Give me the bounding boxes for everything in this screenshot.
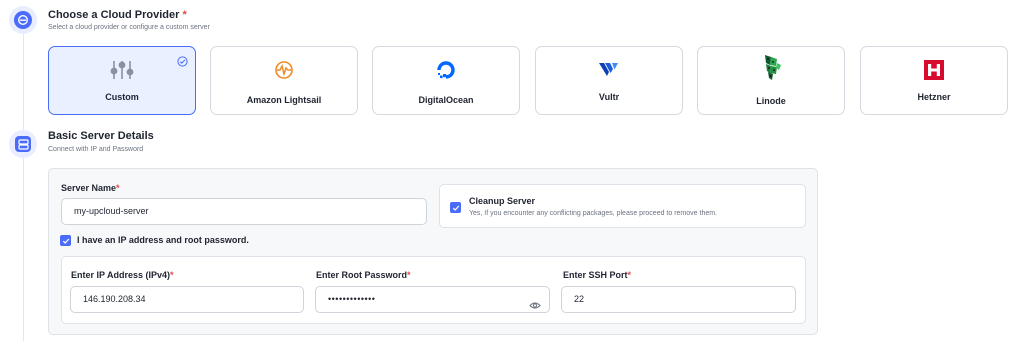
root-password-input[interactable]: ••••••••••••• — [315, 286, 550, 313]
provider-card-custom[interactable]: Custom — [48, 46, 196, 115]
step-2-icon — [9, 130, 37, 158]
provider-card-amazon-lightsail[interactable]: Amazon Lightsail — [210, 46, 358, 115]
section-subtitle-provider: Select a cloud provider or configure a c… — [48, 24, 210, 31]
cleanup-title: Cleanup Server — [469, 196, 536, 206]
check-icon — [62, 238, 69, 244]
lightsail-logo-icon — [211, 57, 357, 83]
provider-label: Hetzner — [917, 92, 951, 102]
check-icon — [452, 205, 459, 211]
selected-check-icon — [177, 54, 188, 72]
cloud-provider-icon — [17, 14, 29, 26]
server-name-label: Server Name* — [61, 183, 120, 193]
password-dots: ••••••••••••• — [328, 294, 376, 304]
sliders-icon — [49, 57, 195, 83]
ip-checkbox-label: I have an IP address and root password. — [77, 235, 249, 245]
section-title-server-details: Basic Server Details — [48, 130, 154, 142]
ssh-port-input[interactable]: 22 — [561, 286, 796, 313]
vultr-logo-icon — [536, 57, 682, 83]
provider-card-hetzner[interactable]: Hetzner — [860, 46, 1008, 115]
server-name-input[interactable]: my-upcloud-server — [61, 198, 427, 225]
section-title-provider: Choose a Cloud Provider * — [48, 9, 187, 21]
cleanup-description: Yes, If you encounter any conflicting pa… — [469, 210, 718, 217]
cleanup-server-option[interactable]: Cleanup Server Yes, If you encounter any… — [439, 184, 806, 228]
provider-label: Linode — [756, 96, 786, 106]
provider-label: Amazon Lightsail — [246, 95, 322, 105]
step-1-icon — [9, 6, 37, 34]
ip-address-label: Enter IP Address (IPv4)* — [71, 270, 174, 280]
provider-label: DigitalOcean — [418, 95, 474, 105]
root-password-label: Enter Root Password* — [316, 270, 411, 280]
eye-icon[interactable] — [529, 295, 541, 320]
ssh-port-label: Enter SSH Port* — [563, 270, 632, 280]
provider-label: Custom — [105, 92, 139, 102]
provider-card-digitalocean[interactable]: DigitalOcean — [372, 46, 520, 115]
timeline-line — [23, 30, 24, 341]
ip-address-input[interactable]: 146.190.208.34 — [70, 286, 304, 313]
provider-card-vultr[interactable]: Vultr — [535, 46, 683, 115]
section-subtitle-server-details: Connect with IP and Password — [48, 146, 144, 153]
server-icon — [17, 138, 29, 150]
ip-checkbox[interactable] — [60, 235, 71, 246]
linode-logo-icon — [698, 53, 844, 83]
provider-card-linode[interactable]: Linode — [697, 46, 845, 115]
digitalocean-logo-icon — [373, 57, 519, 83]
provider-label: Vultr — [598, 92, 620, 102]
cleanup-checkbox[interactable] — [450, 202, 461, 213]
hetzner-logo-icon — [861, 57, 1007, 83]
